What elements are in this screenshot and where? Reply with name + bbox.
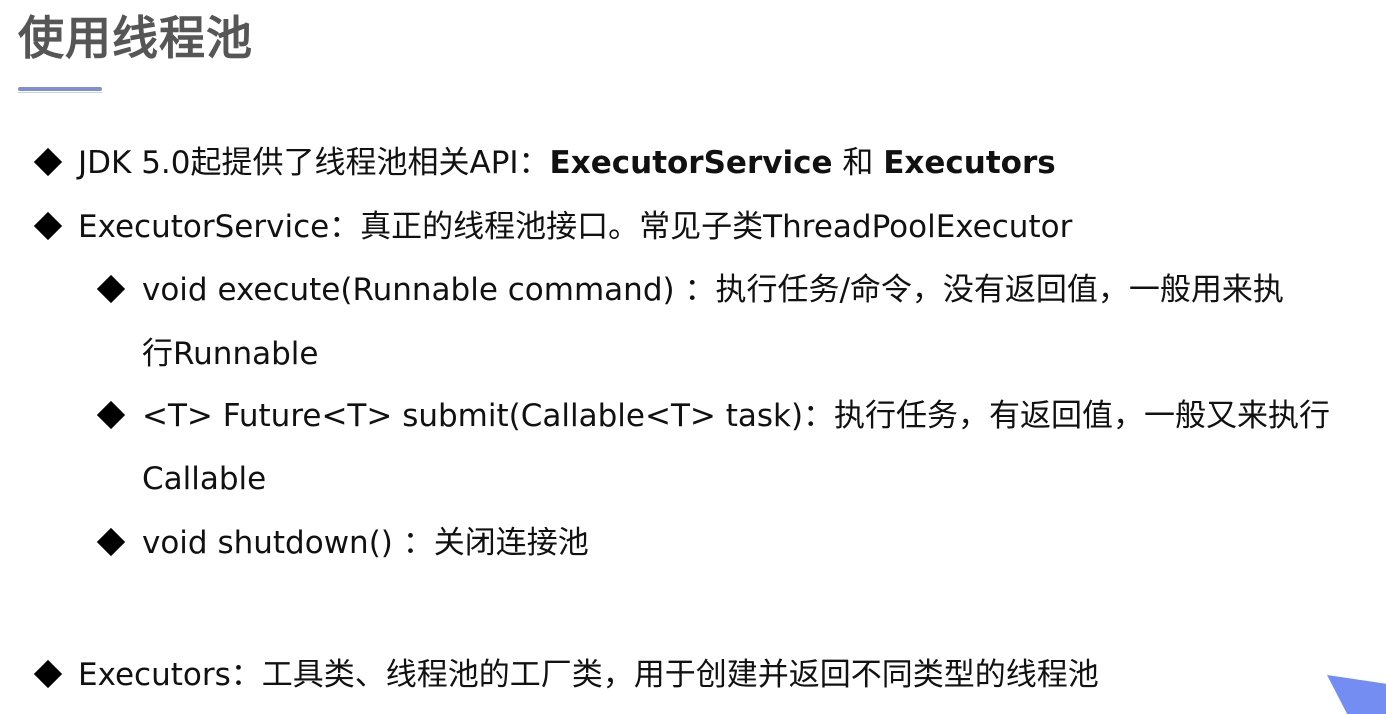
page-title: 使用线程池 — [18, 11, 253, 65]
title-underline-shadow — [18, 92, 102, 93]
bullet-submit-line-2: Callable — [142, 461, 267, 497]
bullet-jdk-api: JDK 5.0起提供了线程池相关API：ExecutorService 和 Ex… — [78, 143, 1056, 183]
diamond-bullet-icon — [33, 211, 63, 241]
diamond-bullet-icon — [96, 527, 126, 557]
slide-canvas: 使用线程池 JDK 5.0起提供了线程池相关API：ExecutorServic… — [0, 0, 1386, 714]
bullet-execute-line-2: 行Runnable — [142, 336, 319, 372]
title-underline — [18, 87, 102, 91]
diamond-bullet-icon — [96, 274, 126, 304]
executors-bold-text: Executors — [883, 145, 1056, 181]
diamond-bullet-icon — [96, 400, 126, 430]
bullet-executors: Executors：工具类、线程池的工厂类，用于创建并返回不同类型的线程池 — [78, 657, 1099, 693]
bullet-submit-line-1: <T> Future<T> submit(Callable<T> task)：执… — [142, 398, 1331, 434]
diamond-bullet-icon — [33, 659, 63, 689]
conjunction-text: 和 — [832, 145, 884, 181]
bullet-jdk-api-text: JDK 5.0起提供了线程池相关API： — [78, 145, 550, 181]
bullet-execute-line-1: void execute(Runnable command) ：执行任务/命令，… — [142, 272, 1284, 308]
bullet-shutdown: void shutdown() ：关闭连接池 — [142, 525, 589, 561]
decorative-corner-shape — [1327, 675, 1386, 714]
bullet-executorservice: ExecutorService：真正的线程池接口。常见子类ThreadPoolE… — [78, 209, 1073, 245]
executorservice-bold-text: ExecutorService — [549, 145, 833, 181]
diamond-bullet-icon — [33, 147, 63, 177]
